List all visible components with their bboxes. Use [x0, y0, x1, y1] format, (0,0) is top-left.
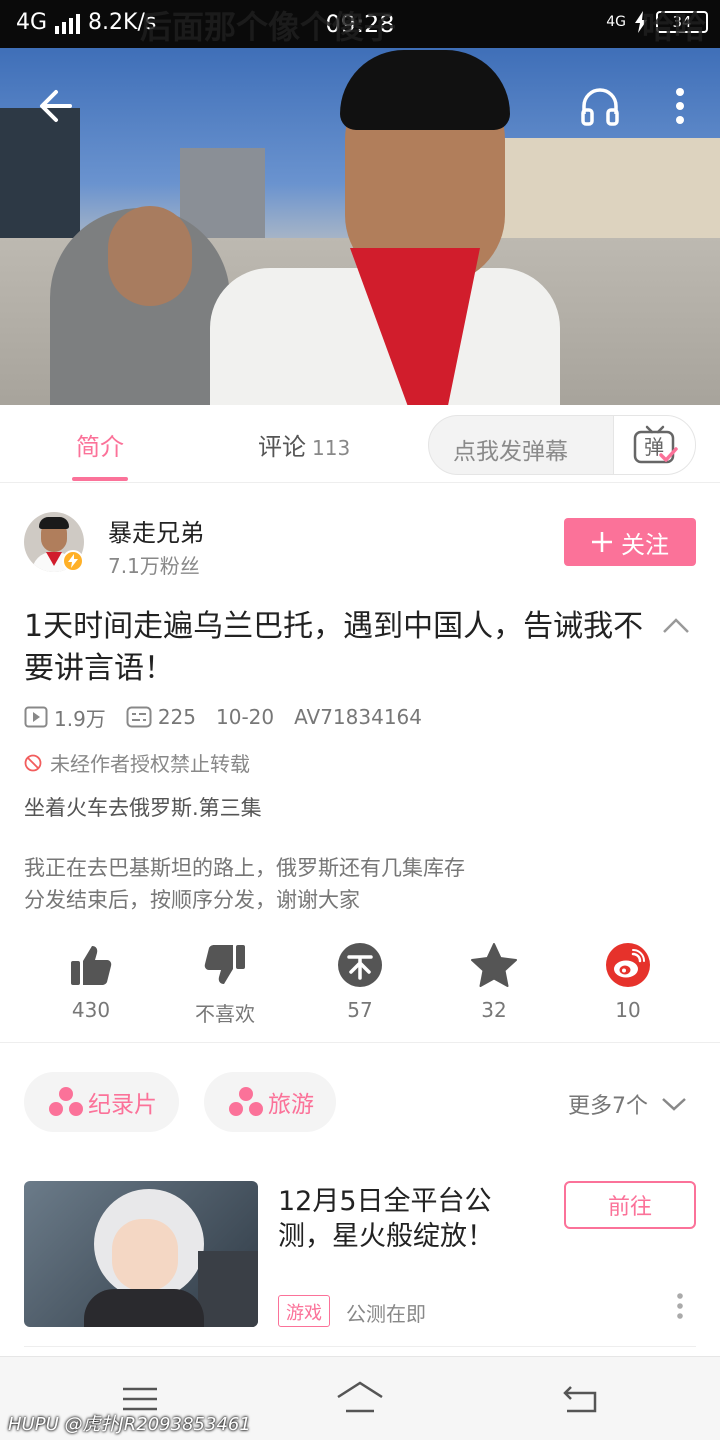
danmu-toggle-button[interactable]: 弹 — [613, 416, 695, 474]
collapse-button[interactable] — [658, 608, 694, 644]
series-line: 坐着火车去俄罗斯.第三集 — [24, 796, 262, 820]
favorite-count: 32 — [481, 998, 507, 1022]
more-tags-button[interactable]: 更多7个 — [568, 1088, 688, 1120]
video-subtitle-overlay: 后面那个像个傻子 — [140, 8, 397, 46]
divider — [24, 1346, 696, 1347]
comments-count: 113 — [312, 436, 351, 460]
coin-icon — [338, 943, 382, 987]
action-bar: 430 不喜欢 57 32 10 — [0, 940, 720, 1030]
description-line: 分发结束后，按顺序分发，谢谢大家 — [24, 888, 360, 912]
tag-dots-icon — [49, 1087, 83, 1116]
views-count: 1.9万 — [54, 706, 106, 731]
tab-comments-label: 评论 — [258, 433, 306, 461]
tab-comments[interactable]: 评论 113 — [258, 427, 350, 462]
back-icon — [563, 1386, 597, 1413]
ad-title[interactable]: 12月5日全平台公测，星火般绽放！ — [278, 1184, 518, 1254]
thumbs-up-icon — [71, 946, 112, 985]
description-line: 我正在去巴基斯坦的路上，俄罗斯还有几集库存 — [24, 856, 465, 880]
chevron-down-icon — [662, 1098, 686, 1111]
network-type-right: 4G — [606, 14, 626, 30]
more-options-button[interactable] — [652, 78, 708, 134]
ad-thumbnail[interactable] — [24, 1181, 258, 1327]
tab-intro[interactable]: 简介 — [76, 427, 124, 462]
ad-art-body — [84, 1289, 204, 1327]
coin-count: 57 — [347, 998, 373, 1022]
back-button[interactable] — [28, 78, 84, 134]
goto-button[interactable]: 前往 — [564, 1181, 696, 1229]
ad-art-face — [112, 1219, 178, 1291]
danmu-input[interactable]: 点我发弹幕 弹 — [428, 415, 696, 475]
play-count-icon — [24, 706, 48, 728]
ad-subtitle: 公测在即 — [346, 1302, 426, 1326]
favorite-button[interactable]: 32 — [444, 940, 544, 1022]
tag-label: 旅游 — [268, 1092, 314, 1118]
more-vertical-icon — [677, 1293, 683, 1319]
ad-category-badge: 游戏 — [278, 1295, 330, 1327]
copyright-notice: 未经作者授权禁止转载 — [24, 748, 250, 777]
copyright-text: 未经作者授权禁止转载 — [50, 752, 250, 776]
divider — [0, 1042, 720, 1043]
video-title: 1天时间走遍乌兰巴托，遇到中国人，告诫我不要讲言语！ — [24, 609, 644, 686]
tab-bar: 简介 评论 113 点我发弹幕 弹 — [0, 405, 720, 483]
arrow-left-icon — [40, 90, 72, 122]
more-vertical-icon — [676, 88, 684, 124]
no-repost-icon — [24, 754, 42, 771]
more-tags-label: 更多7个 — [568, 1094, 648, 1119]
nav-back-button[interactable] — [555, 1379, 605, 1419]
coin-button[interactable]: 57 — [310, 940, 410, 1022]
ad-more-button[interactable] — [668, 1290, 692, 1322]
tag-chip[interactable]: 旅游 — [204, 1072, 336, 1132]
thumbs-down-icon — [204, 945, 245, 984]
nav-home-button[interactable] — [334, 1379, 384, 1419]
tag-chip[interactable]: 纪录片 — [24, 1072, 179, 1132]
weibo-icon — [606, 943, 650, 987]
audio-mode-button[interactable] — [572, 78, 628, 134]
uploader-name[interactable]: 暴走兄弟 — [108, 513, 204, 548]
like-button[interactable]: 430 — [41, 940, 141, 1022]
danmu-placeholder: 点我发弹幕 — [453, 439, 568, 465]
uploader-fans: 7.1万粉丝 — [108, 554, 200, 578]
share-count: 10 — [615, 998, 641, 1022]
video-meta: 1.9万 225 10-20 AV71834164 — [24, 702, 442, 732]
description: 我正在去巴基斯坦的路上，俄罗斯还有几集库存 分发结束后，按顺序分发，谢谢大家 — [24, 852, 465, 916]
home-icon — [337, 1381, 383, 1413]
chevron-up-icon — [663, 618, 689, 633]
danmaku-count: 225 — [157, 705, 196, 729]
like-count: 430 — [71, 998, 111, 1022]
views-stat: 1.9万 — [24, 703, 106, 732]
plus-icon — [592, 532, 612, 552]
follow-button[interactable]: 关注 — [564, 518, 696, 566]
video-subtitle-overlay-right: 哈哈 — [641, 8, 706, 46]
danmaku-count-icon — [126, 706, 152, 728]
watermark: HUPU @虎扑JR2093853461 — [8, 1414, 251, 1435]
ad-art-mech — [198, 1251, 258, 1327]
active-tab-indicator — [72, 477, 128, 481]
avatar-hair — [39, 517, 69, 529]
danmaku-stat: 225 — [126, 705, 196, 729]
av-id: AV71834164 — [294, 705, 423, 729]
tag-dots-icon — [229, 1087, 263, 1116]
headphones-icon — [581, 88, 619, 126]
danmu-tv-icon: 弹 — [633, 425, 678, 464]
dislike-button[interactable]: 不喜欢 — [175, 940, 275, 1027]
dislike-label: 不喜欢 — [195, 1002, 255, 1026]
video-person-back-head — [108, 206, 192, 306]
tag-label: 纪录片 — [88, 1092, 157, 1118]
video-player[interactable] — [0, 48, 720, 405]
publish-date: 10-20 — [216, 705, 275, 729]
star-icon — [471, 943, 517, 987]
video-person-front-hair — [340, 50, 510, 130]
verified-lightning-icon — [62, 550, 84, 572]
share-button[interactable]: 10 — [578, 940, 678, 1022]
follow-label: 关注 — [621, 530, 669, 559]
